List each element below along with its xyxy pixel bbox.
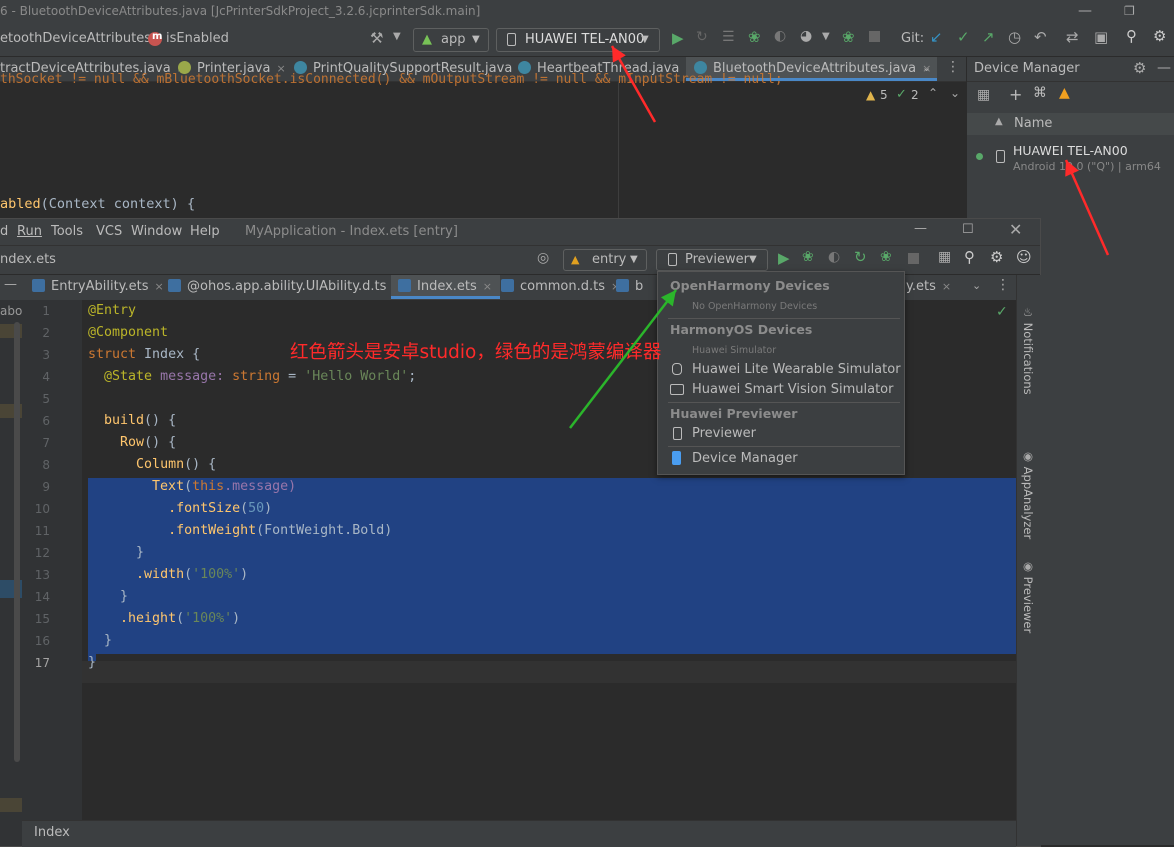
arrow-overlay: [569, 45, 1110, 429]
red-arrow-device-manager: [1064, 159, 1110, 256]
red-arrow-device-select: [610, 45, 657, 123]
green-arrow-previewer: [569, 289, 677, 429]
